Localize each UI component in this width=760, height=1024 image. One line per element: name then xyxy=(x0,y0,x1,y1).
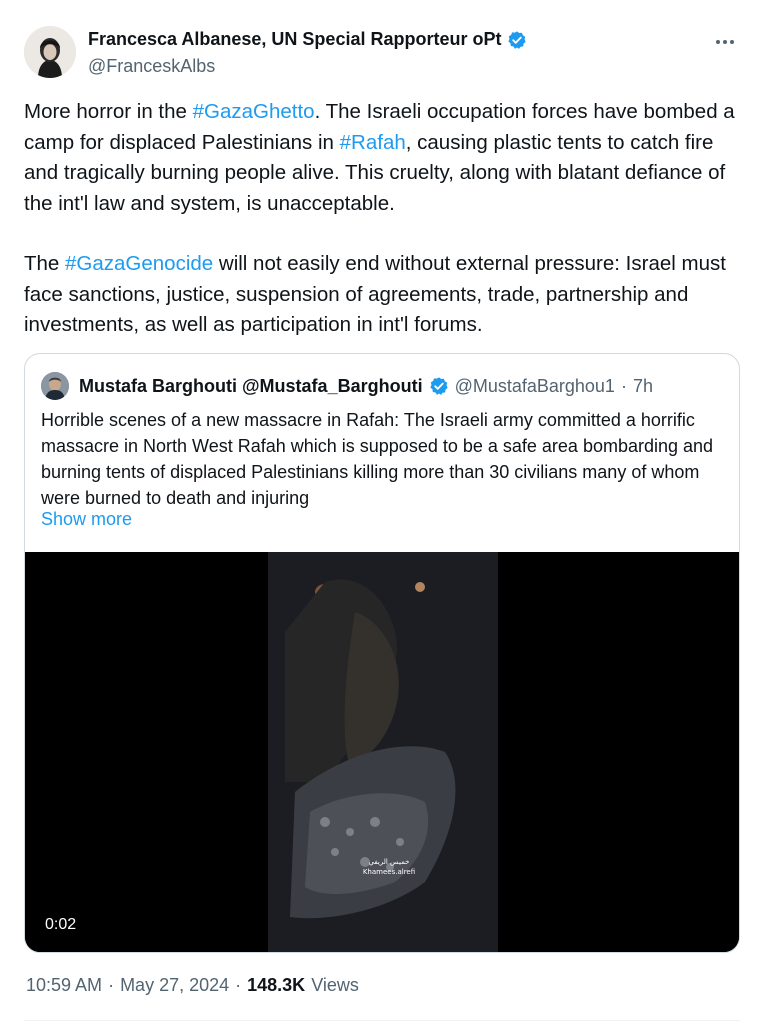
video-watermark: Khamees.alrefi xyxy=(363,868,415,876)
tweet-paragraph: The #GazaGenocide will not easily end wi… xyxy=(24,249,740,341)
tweet-time[interactable]: 10:59 AM xyxy=(26,975,102,996)
tweet-date[interactable]: May 27, 2024 xyxy=(120,975,229,996)
quoted-timestamp[interactable]: 7h xyxy=(633,376,653,397)
video-watermark-arabic: خميس الريفي xyxy=(369,858,410,866)
tweet-footer: 10:59 AM · May 27, 2024 · 148.3K Views xyxy=(26,975,359,996)
hashtag-link[interactable]: #GazaGhetto xyxy=(193,100,315,123)
quoted-tweet-header: Mustafa Barghouti @Mustafa_Barghouti @Mu… xyxy=(41,372,653,400)
verified-badge-icon[interactable] xyxy=(429,376,449,396)
video-frame: خميس الريفي Khamees.alrefi xyxy=(25,552,739,952)
views-count[interactable]: 148.3K xyxy=(247,975,305,996)
text-segment: The xyxy=(24,252,66,275)
author-name[interactable]: Francesca Albanese, UN Special Rapporteu… xyxy=(88,29,501,50)
divider xyxy=(24,1020,740,1021)
tweet-header: Francesca Albanese, UN Special Rapporteu… xyxy=(24,26,740,82)
hashtag-link[interactable]: #Rafah xyxy=(340,131,406,154)
tweet-text: More horror in the #GazaGhetto. The Isra… xyxy=(24,97,740,341)
quoted-author-name[interactable]: Mustafa Barghouti @Mustafa_Barghouti xyxy=(79,376,423,397)
hashtag-link[interactable]: #GazaGenocide xyxy=(65,252,213,275)
views-label: Views xyxy=(311,975,359,995)
quoted-author-avatar[interactable] xyxy=(41,372,69,400)
verified-badge-icon[interactable] xyxy=(507,30,527,50)
more-options-icon[interactable] xyxy=(710,30,740,54)
separator-dot: · xyxy=(108,975,115,995)
video-duration: 0:02 xyxy=(45,916,77,933)
separator-dot: · xyxy=(235,975,242,995)
quoted-author-handle[interactable]: @MustafaBarghou1 xyxy=(455,376,615,397)
author-avatar[interactable] xyxy=(24,26,76,78)
video-player[interactable]: خميس الريفي Khamees.alrefi 0:02 xyxy=(25,552,739,952)
quoted-tweet-text: Horrible scenes of a new massacre in Raf… xyxy=(41,410,714,508)
separator-dot: · xyxy=(620,375,627,396)
quoted-tweet[interactable]: Mustafa Barghouti @Mustafa_Barghouti @Mu… xyxy=(24,353,740,953)
text-segment: More horror in the xyxy=(24,100,193,123)
author-handle[interactable]: @FranceskAlbs xyxy=(88,56,215,77)
tweet-paragraph: More horror in the #GazaGhetto. The Isra… xyxy=(24,97,740,219)
show-more-link[interactable]: Show more xyxy=(41,509,132,530)
